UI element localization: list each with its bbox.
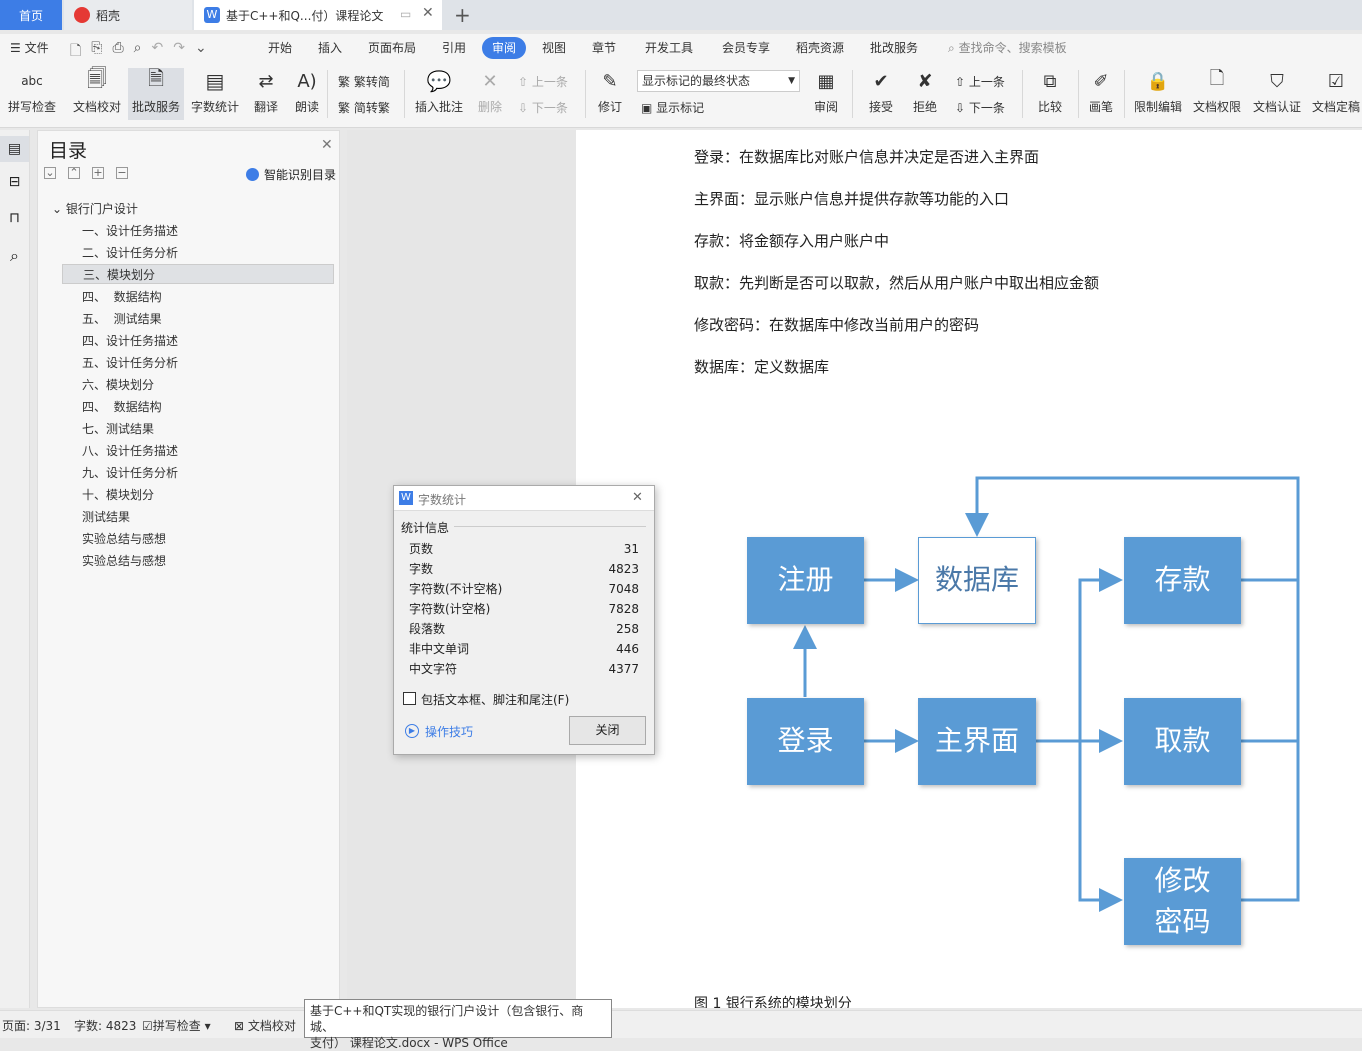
stat-row: 字符数(不计空格) 7048 (409, 582, 639, 596)
word-count-status[interactable]: 字数: 4823 (74, 1017, 136, 1034)
figure-caption: 图 1 银行系统的模块划分 (694, 996, 852, 1008)
node-deposit: 存款 (1124, 537, 1241, 624)
word-count-dialog: W 字数统计 ✕ 统计信息 页数 31 字数 4823 字符数(不计空格) 7048 … (393, 485, 655, 755)
window-title-tooltip: 基于C++和QT实现的银行门户设计（包含银行、商城、 支付） 课程论文.docx… (304, 999, 612, 1050)
stats-section-label: 统计信息 (401, 521, 450, 535)
proof-icon: ⊠ (234, 1019, 245, 1033)
include-notes-checkbox[interactable] (403, 692, 416, 705)
stat-row: 段落数 258 (409, 622, 639, 636)
stat-row: 字数 4823 (409, 562, 639, 576)
wps-writer-icon: W (399, 491, 413, 505)
status-bar: 页面: 3/31 字数: 4823 ☑拼写检查 ▾ ⊠ 文档校对 (0, 1010, 1362, 1038)
tips-link[interactable]: 操作技巧 (425, 723, 473, 740)
node-withdraw: 取款 (1124, 698, 1241, 785)
stat-row: 字符数(计空格) 7828 (409, 602, 639, 616)
checkbox-icon: ☑ (142, 1019, 153, 1033)
stat-row: 非中文单词 446 (409, 642, 639, 656)
node-main-interface: 主界面 (918, 698, 1036, 785)
node-login: 登录 (747, 698, 864, 785)
doc-proof-status[interactable]: ⊠ 文档校对 (234, 1017, 296, 1034)
stat-row: 中文字符 4377 (409, 662, 639, 676)
close-button[interactable]: 关闭 (569, 716, 646, 745)
divider (454, 526, 646, 527)
node-change-password: 修改 密码 (1124, 858, 1241, 945)
node-register: 注册 (747, 537, 864, 624)
include-notes-label: 包括文本框、脚注和尾注(F) (421, 693, 570, 707)
stat-row: 页数 31 (409, 542, 639, 556)
dialog-title: 字数统计 (418, 493, 467, 507)
node-database: 数据库 (918, 537, 1036, 624)
page-indicator[interactable]: 页面: 3/31 (2, 1017, 61, 1034)
dialog-close-icon[interactable]: ✕ (632, 490, 643, 505)
play-icon: ▶ (405, 724, 419, 738)
spell-check-status[interactable]: ☑拼写检查 ▾ (142, 1017, 211, 1034)
